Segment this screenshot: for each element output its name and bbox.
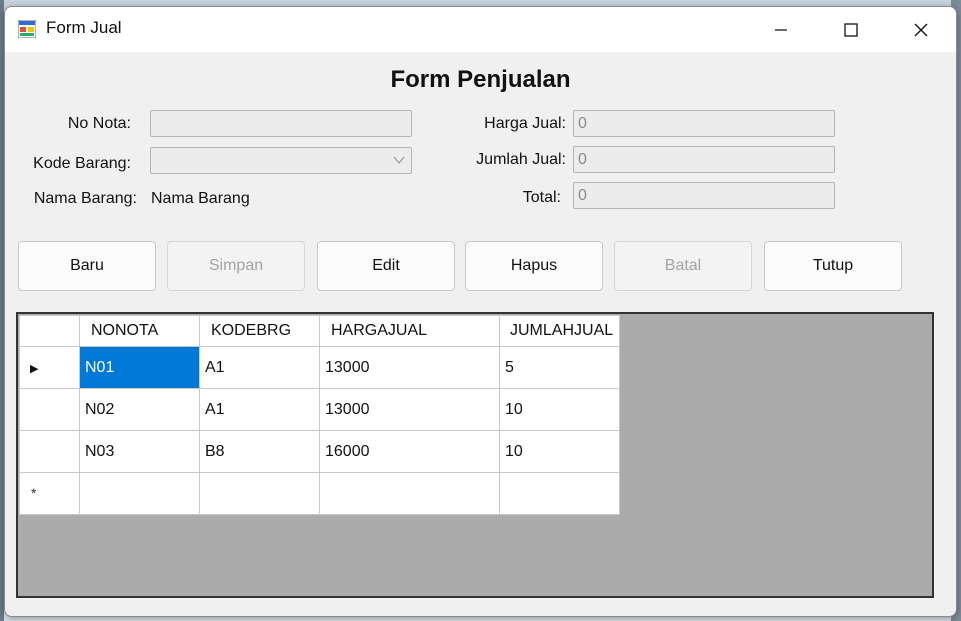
grid-cell[interactable]: 5 [499, 346, 620, 389]
grid-cell[interactable]: 10 [499, 430, 620, 473]
simpan-button[interactable]: Simpan [167, 241, 305, 291]
grid-cell[interactable]: 10 [499, 388, 620, 431]
grid-cell-empty[interactable] [319, 472, 500, 515]
no-nota-input[interactable] [150, 110, 412, 137]
column-header-hargajual[interactable]: HARGAJUAL [319, 315, 500, 347]
maximize-icon [844, 22, 858, 37]
grid-cell[interactable]: N01 [79, 346, 200, 389]
nama-barang-label: Nama Barang: [33, 190, 137, 207]
column-header-jumlahjual[interactable]: JUMLAHJUAL [499, 315, 620, 347]
grid-cell-empty[interactable] [79, 472, 200, 515]
harga-jual-label: Harga Jual: [484, 115, 566, 132]
batal-button[interactable]: Batal [614, 241, 752, 291]
kode-barang-label: Kode Barang: [33, 155, 131, 172]
grid-cell-empty[interactable] [199, 472, 320, 515]
window-title: Form Jual [46, 18, 122, 37]
minimize-icon [775, 28, 787, 31]
row-header[interactable] [19, 388, 80, 431]
grid-cell[interactable]: N02 [79, 388, 200, 431]
maximize-button[interactable] [816, 7, 886, 52]
close-button[interactable] [886, 7, 956, 52]
nama-barang-value: Nama Barang [151, 190, 250, 207]
table-row[interactable]: N02 A1 13000 10 [19, 388, 620, 431]
column-header-nonota[interactable]: NONOTA [79, 315, 200, 347]
data-grid[interactable]: NONOTA KODEBRG HARGAJUAL JUMLAHJUAL ▶ N0… [16, 312, 934, 598]
kode-barang-combobox[interactable] [150, 147, 412, 174]
grid-cell[interactable]: N03 [79, 430, 200, 473]
new-row-icon: * [31, 484, 37, 501]
title-bar[interactable]: Form Jual [5, 7, 956, 52]
grid-table: NONOTA KODEBRG HARGAJUAL JUMLAHJUAL ▶ N0… [19, 315, 620, 515]
chevron-down-icon[interactable] [392, 153, 406, 167]
row-header-new[interactable]: * [19, 472, 80, 515]
row-header[interactable] [19, 430, 80, 473]
table-row[interactable]: N03 B8 16000 10 [19, 430, 620, 473]
total-input[interactable]: 0 [573, 182, 835, 209]
total-label: Total: [522, 189, 561, 206]
grid-cell[interactable]: 16000 [319, 430, 500, 473]
grid-cell[interactable]: A1 [199, 346, 320, 389]
form-heading: Form Penjualan [390, 66, 571, 93]
grid-cell-empty[interactable] [499, 472, 620, 515]
row-header-current[interactable]: ▶ [19, 346, 80, 389]
grid-header-row: NONOTA KODEBRG HARGAJUAL JUMLAHJUAL [19, 315, 620, 347]
app-icon [18, 20, 36, 38]
hapus-button[interactable]: Hapus [465, 241, 603, 291]
no-nota-label: No Nota: [67, 115, 131, 132]
jumlah-jual-label: Jumlah Jual: [476, 151, 566, 168]
baru-button[interactable]: Baru [18, 241, 156, 291]
tutup-button[interactable]: Tutup [764, 241, 902, 291]
new-row[interactable]: * [19, 472, 620, 515]
row-header-corner[interactable] [19, 315, 80, 347]
form-jual-window: Form Jual Form Penjualan No Nota: Kode B… [4, 6, 957, 617]
grid-cell[interactable]: B8 [199, 430, 320, 473]
table-row[interactable]: ▶ N01 A1 13000 5 [19, 346, 620, 389]
edit-button[interactable]: Edit [317, 241, 455, 291]
close-icon [914, 23, 928, 36]
current-row-icon: ▶ [30, 362, 39, 375]
column-header-kodebrg[interactable]: KODEBRG [199, 315, 320, 347]
jumlah-jual-input[interactable]: 0 [573, 146, 835, 173]
grid-cell[interactable]: A1 [199, 388, 320, 431]
grid-cell[interactable]: 13000 [319, 346, 500, 389]
harga-jual-input[interactable]: 0 [573, 110, 835, 137]
grid-cell[interactable]: 13000 [319, 388, 500, 431]
minimize-button[interactable] [746, 7, 816, 52]
